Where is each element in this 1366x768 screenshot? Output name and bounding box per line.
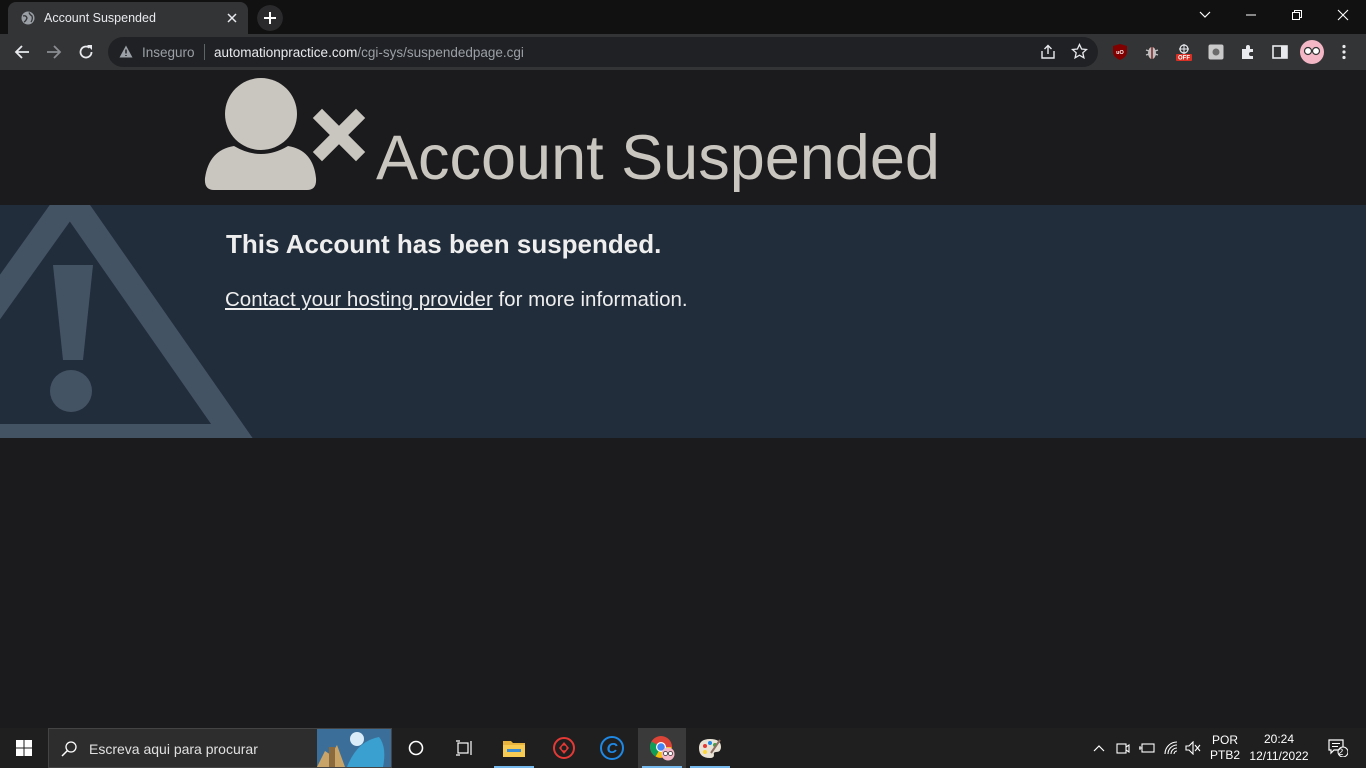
- battery-plug-icon: [1139, 743, 1155, 753]
- c-letter-app-icon: C: [600, 736, 624, 760]
- warning-triangle-icon: [0, 205, 253, 438]
- chrome-app[interactable]: [638, 728, 686, 768]
- folder-icon: [503, 741, 525, 757]
- bug-extension-icon[interactable]: [1142, 42, 1162, 62]
- red-app[interactable]: [540, 728, 588, 768]
- share-icon[interactable]: [1040, 44, 1056, 60]
- tray-app-icon[interactable]: [1112, 728, 1134, 768]
- volume-muted-icon: [1185, 741, 1201, 755]
- extension-off-icon[interactable]: OFF: [1174, 42, 1194, 62]
- tab-account-suspended[interactable]: Account Suspended: [8, 2, 248, 34]
- windows-taskbar: Escreva aqui para procurar C POR PTB2 20…: [0, 728, 1366, 768]
- url-path: /cgi-sys/suspendedpage.cgi: [357, 45, 524, 60]
- notification-count: 2: [1338, 747, 1344, 758]
- task-view-icon: [456, 740, 472, 756]
- paint-app[interactable]: [686, 728, 734, 768]
- suspension-message: Contact your hosting provider for more i…: [225, 288, 688, 312]
- close-icon: [1337, 9, 1349, 21]
- url-host: automationpractice.com: [214, 45, 358, 60]
- browser-toolbar: Inseguro automationpractice.com/cgi-sys/…: [0, 34, 1366, 70]
- url-text[interactable]: automationpractice.com/cgi-sys/suspended…: [214, 45, 524, 60]
- suspension-heading: This Account has been suspended.: [226, 229, 662, 259]
- close-window-button[interactable]: [1320, 0, 1366, 30]
- paint-palette-icon: [699, 739, 721, 758]
- red-circle-app-icon: [553, 737, 575, 759]
- page-content: Account Suspended This Account has been …: [0, 70, 1366, 728]
- new-tab-button[interactable]: [257, 5, 283, 31]
- clock[interactable]: 20:24 12/11/2022: [1246, 728, 1312, 768]
- screenshot-extension-icon[interactable]: [1206, 42, 1226, 62]
- show-hidden-icons-button[interactable]: [1088, 728, 1110, 768]
- keyboard-layout: PTB2: [1209, 748, 1240, 762]
- reload-button[interactable]: [72, 38, 100, 66]
- svg-text:OFF: OFF: [1178, 56, 1190, 61]
- profile-avatar[interactable]: [1300, 40, 1324, 64]
- chrome-icon: [650, 736, 675, 761]
- page-title: Account Suspended: [376, 123, 940, 193]
- task-view-button[interactable]: [440, 728, 488, 768]
- chevron-up-icon: [1093, 745, 1105, 752]
- extensions-puzzle-icon[interactable]: [1238, 42, 1258, 62]
- battery-icon[interactable]: [1136, 728, 1158, 768]
- back-button[interactable]: [8, 38, 36, 66]
- svg-text:uO: uO: [1116, 50, 1124, 56]
- search-highlight-image: [317, 729, 391, 767]
- minimize-button[interactable]: [1228, 0, 1274, 30]
- action-center-button[interactable]: 2: [1318, 728, 1358, 768]
- tab-title: Account Suspended: [44, 11, 156, 25]
- network-icon[interactable]: [1160, 728, 1182, 768]
- side-panel-icon[interactable]: [1270, 42, 1290, 62]
- tab-search-button[interactable]: [1182, 0, 1228, 30]
- windows-logo-icon: [16, 740, 32, 756]
- volume-button[interactable]: [1182, 728, 1204, 768]
- wifi-icon: [1164, 741, 1178, 755]
- input-language-indicator[interactable]: POR PTB2: [1206, 728, 1244, 768]
- forward-button[interactable]: [40, 38, 68, 66]
- tab-close-icon[interactable]: [224, 10, 240, 26]
- search-icon: [61, 741, 77, 757]
- chevron-down-icon: [1199, 11, 1211, 18]
- arrow-left-icon: [14, 45, 29, 59]
- address-bar[interactable]: Inseguro automationpractice.com/cgi-sys/…: [108, 37, 1098, 67]
- restore-button[interactable]: [1274, 0, 1320, 30]
- clock-time: 20:24: [1263, 732, 1295, 746]
- bookmark-star-icon[interactable]: [1071, 43, 1088, 60]
- kebab-menu-icon: [1342, 44, 1346, 60]
- language-code: POR: [1211, 733, 1238, 747]
- search-placeholder: Escreva aqui para procurar: [89, 741, 258, 757]
- camera-tray-icon: [1116, 743, 1130, 754]
- browser-menu-button[interactable]: [1334, 42, 1354, 62]
- warning-triangle-icon[interactable]: [119, 45, 133, 58]
- clock-date: 12/11/2022: [1249, 749, 1309, 763]
- security-label[interactable]: Inseguro: [142, 45, 195, 60]
- user-suspended-icon: [204, 78, 366, 190]
- restore-icon: [1292, 10, 1302, 20]
- suspended-panel: This Account has been suspended. Contact…: [0, 205, 1366, 438]
- cortana-button[interactable]: [392, 728, 440, 768]
- start-button[interactable]: [0, 728, 48, 768]
- file-explorer-app[interactable]: [490, 728, 538, 768]
- taskbar-search[interactable]: Escreva aqui para procurar: [48, 728, 392, 768]
- address-separator: [204, 44, 205, 60]
- reload-icon: [79, 45, 93, 59]
- svg-text:C: C: [607, 740, 619, 757]
- suspension-message-tail: for more information.: [492, 288, 688, 311]
- browser-title-bar: Account Suspended: [0, 0, 1366, 34]
- ublock-extension-icon[interactable]: uO: [1110, 42, 1130, 62]
- minimize-icon: [1246, 14, 1256, 16]
- arrow-right-icon: [47, 45, 62, 59]
- globe-icon: [21, 11, 35, 25]
- contact-hosting-link[interactable]: Contact your hosting provider: [225, 288, 493, 311]
- cortana-circle-icon: [408, 740, 424, 756]
- c-app[interactable]: C: [588, 728, 636, 768]
- hero-header: Account Suspended: [0, 70, 1366, 205]
